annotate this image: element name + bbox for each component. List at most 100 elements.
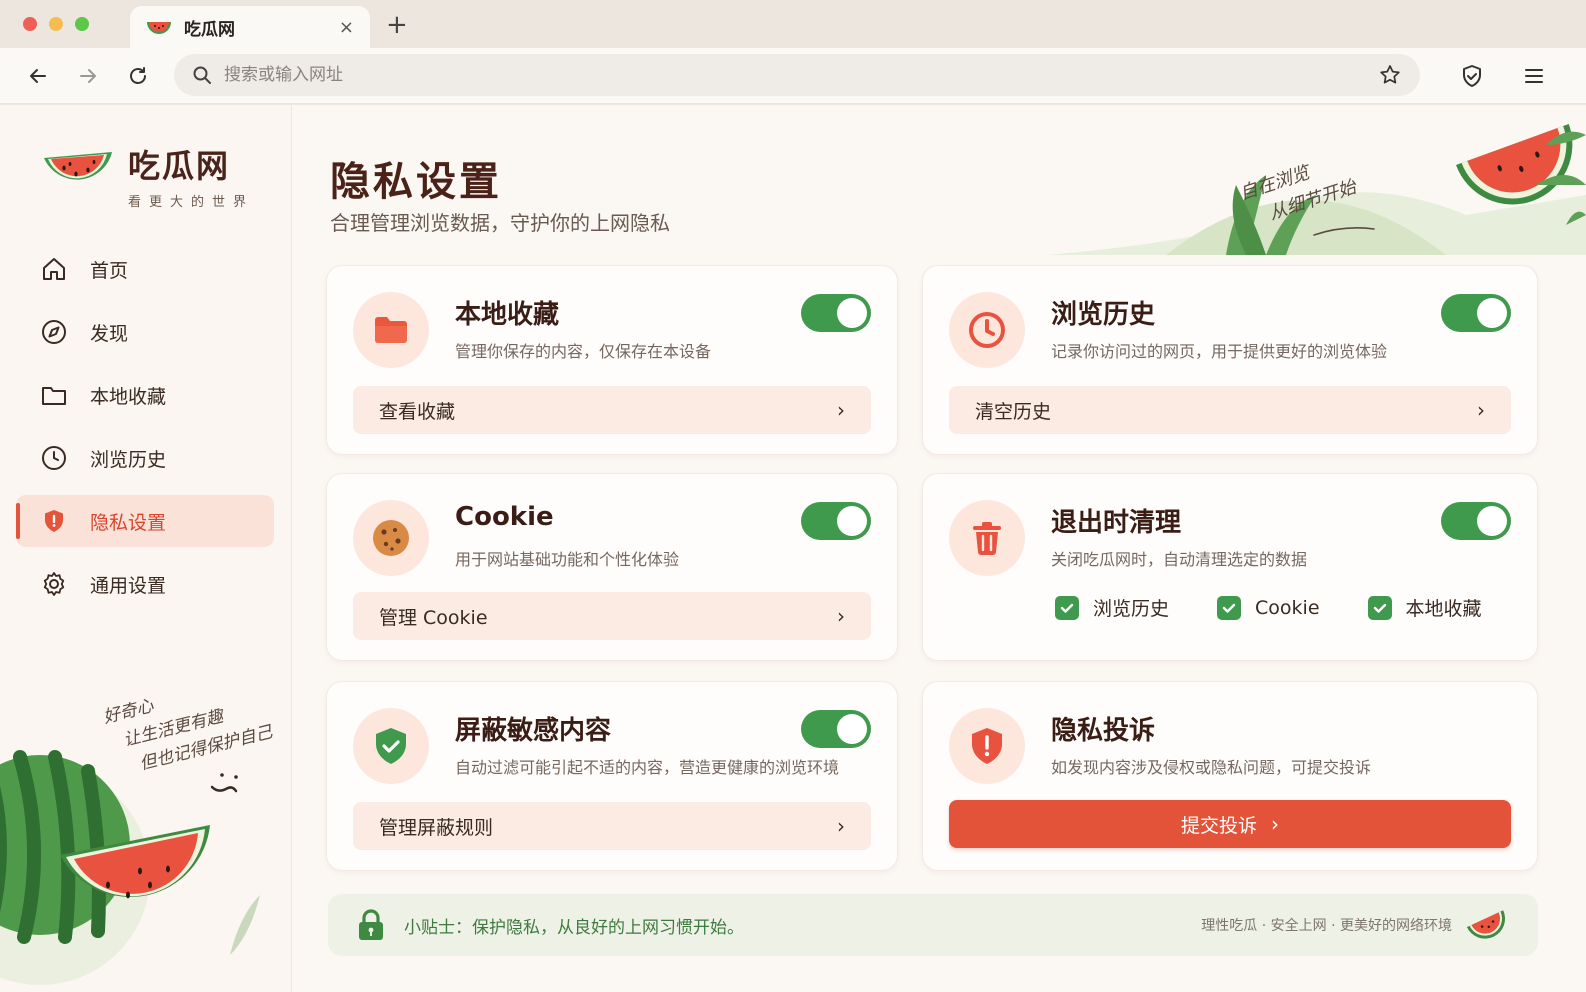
card-favorites: 本地收藏 管理你保存的内容，仅保存在本设备 查看收藏 › bbox=[326, 265, 898, 455]
manage-block-rules-button[interactable]: 管理屏蔽规则 › bbox=[353, 802, 871, 850]
tab-bar: 吃瓜网 × + bbox=[0, 0, 1586, 48]
card-block-content: 屏蔽敏感内容 自动过滤可能引起不适的内容，营造更健康的浏览环境 管理屏蔽规则 › bbox=[326, 681, 898, 871]
watermelon-logo-icon bbox=[44, 151, 112, 180]
chevron-right-icon: › bbox=[1477, 398, 1485, 422]
address-bar bbox=[174, 54, 1420, 96]
checkbox-label: 本地收藏 bbox=[1405, 598, 1482, 620]
url-input[interactable] bbox=[224, 65, 1378, 85]
sidebar-item-favorites[interactable]: 本地收藏 bbox=[16, 369, 274, 421]
sidebar: 吃瓜网 看更大的世界 首页 发现 本地收藏 浏览历史 隐私设置 通用设置 好奇心… bbox=[0, 105, 292, 992]
compass-icon bbox=[42, 320, 66, 344]
card-description: 关闭吃瓜网时，自动清理选定的数据 bbox=[1051, 550, 1308, 569]
card-description: 记录你访问过的网页，用于提供更好的浏览体验 bbox=[1051, 342, 1388, 361]
card-title: 本地收藏 bbox=[455, 300, 560, 330]
card-title: 退出时清理 bbox=[1051, 508, 1182, 538]
sidebar-item-label: 通用设置 bbox=[90, 574, 167, 597]
sidebar-item-label: 首页 bbox=[90, 259, 129, 282]
clock-icon bbox=[969, 312, 1005, 348]
toggle-knob bbox=[1477, 506, 1507, 536]
window-close-button[interactable] bbox=[23, 17, 37, 31]
checkbox-label: Cookie bbox=[1255, 596, 1320, 619]
card-icon-wrap bbox=[949, 708, 1025, 784]
exit-clean-toggle[interactable] bbox=[1441, 502, 1511, 540]
sidebar-item-privacy[interactable]: 隐私设置 bbox=[16, 495, 274, 547]
block-content-toggle[interactable] bbox=[801, 710, 871, 748]
toggle-knob bbox=[1477, 298, 1507, 328]
history-toggle[interactable] bbox=[1441, 294, 1511, 332]
gear-icon bbox=[43, 572, 65, 596]
back-button[interactable] bbox=[24, 62, 52, 90]
window-maximize-button[interactable] bbox=[75, 17, 89, 31]
forward-button[interactable] bbox=[74, 62, 102, 90]
star-icon[interactable] bbox=[1378, 63, 1402, 87]
lock-icon bbox=[359, 909, 383, 940]
manage-cookie-button[interactable]: 管理 Cookie › bbox=[353, 592, 871, 640]
browser-tab[interactable]: 吃瓜网 × bbox=[130, 6, 370, 48]
shield-check-icon bbox=[1463, 65, 1481, 87]
checkbox-favorites[interactable]: 本地收藏 bbox=[1367, 594, 1482, 621]
card-description: 管理你保存的内容，仅保存在本设备 bbox=[455, 342, 712, 361]
view-favorites-button[interactable]: 查看收藏 › bbox=[353, 386, 871, 434]
sidebar-item-home[interactable]: 首页 bbox=[16, 243, 274, 295]
card-title: 屏蔽敏感内容 bbox=[455, 716, 612, 746]
card-icon-wrap bbox=[353, 708, 429, 784]
action-label: 清空历史 bbox=[975, 400, 1052, 423]
card-title: Cookie bbox=[455, 502, 554, 532]
sidebar-item-label: 发现 bbox=[90, 322, 129, 345]
card-description: 用于网站基础功能和个性化体验 bbox=[455, 550, 680, 569]
favorites-toggle[interactable] bbox=[801, 294, 871, 332]
card-cookie: Cookie 用于网站基础功能和个性化体验 管理 Cookie › bbox=[326, 473, 898, 661]
reload-button[interactable] bbox=[124, 62, 152, 90]
chevron-right-icon: › bbox=[837, 398, 845, 422]
sidebar-item-discover[interactable]: 发现 bbox=[16, 306, 274, 358]
report-button-label: 提交投诉 bbox=[1180, 814, 1257, 837]
brand-name: 吃瓜网 bbox=[128, 147, 231, 185]
arrow-left-icon bbox=[30, 69, 46, 83]
submit-report-button[interactable]: 提交投诉 › bbox=[949, 800, 1511, 848]
cookie-toggle[interactable] bbox=[801, 502, 871, 540]
search-icon bbox=[193, 66, 211, 84]
tab-close-button[interactable]: × bbox=[339, 17, 354, 38]
brand-tagline: 看更大的世界 bbox=[128, 195, 255, 210]
sidebar-item-label: 隐私设置 bbox=[90, 511, 167, 534]
checkbox-checked-icon bbox=[1217, 595, 1242, 620]
sidebar-item-settings[interactable]: 通用设置 bbox=[16, 558, 274, 610]
page-subtitle: 合理管理浏览数据，守护你的上网隐私 bbox=[330, 211, 670, 235]
watermelon-icon bbox=[1466, 910, 1505, 939]
chevron-right-icon: › bbox=[1271, 812, 1279, 836]
toggle-knob bbox=[837, 506, 867, 536]
hamburger-icon bbox=[1525, 69, 1543, 83]
card-description: 自动过滤可能引起不适的内容，营造更健康的浏览环境 bbox=[455, 758, 840, 777]
clock-icon bbox=[42, 446, 66, 470]
clear-history-button[interactable]: 清空历史 › bbox=[949, 386, 1511, 434]
card-title: 隐私投诉 bbox=[1051, 716, 1156, 746]
main-content: 自在浏览 从细节开始 隐私设置 合理管理浏览数据，守护你的上网隐私 本地收藏 管… bbox=[292, 105, 1586, 992]
card-privacy-report: 隐私投诉 如发现内容涉及侵权或隐私问题，可提交投诉 提交投诉 › bbox=[922, 681, 1538, 871]
card-icon-wrap bbox=[949, 292, 1025, 368]
trash-icon bbox=[973, 522, 1001, 555]
brand[interactable]: 吃瓜网 看更大的世界 bbox=[40, 141, 254, 210]
watermelon-icon bbox=[147, 22, 171, 34]
shield-check-icon bbox=[376, 728, 406, 764]
sidebar-item-history[interactable]: 浏览历史 bbox=[16, 432, 274, 484]
shield-icon bbox=[45, 510, 63, 532]
checkbox-cookie[interactable]: Cookie bbox=[1217, 595, 1320, 620]
shield-button[interactable] bbox=[1458, 62, 1486, 90]
menu-button[interactable] bbox=[1520, 62, 1548, 90]
checkbox-history[interactable]: 浏览历史 bbox=[1055, 594, 1169, 621]
toggle-knob bbox=[837, 298, 867, 328]
exit-clean-options: 浏览历史 Cookie 本地收藏 bbox=[1055, 594, 1530, 621]
card-icon-wrap bbox=[949, 500, 1025, 576]
checkbox-checked-icon bbox=[1367, 595, 1392, 620]
card-title: 浏览历史 bbox=[1051, 300, 1156, 330]
page-title: 隐私设置 bbox=[330, 159, 502, 205]
card-icon-wrap bbox=[353, 292, 429, 368]
chevron-right-icon: › bbox=[837, 814, 845, 838]
action-label: 查看收藏 bbox=[379, 400, 456, 423]
tab-title: 吃瓜网 bbox=[184, 19, 235, 40]
new-tab-button[interactable]: + bbox=[386, 12, 408, 38]
tip-text: 小贴士：保护隐私，从良好的上网习惯开始。 bbox=[404, 917, 744, 938]
window-minimize-button[interactable] bbox=[49, 17, 63, 31]
shield-alert-icon bbox=[972, 728, 1002, 764]
browser-toolbar bbox=[0, 48, 1586, 104]
